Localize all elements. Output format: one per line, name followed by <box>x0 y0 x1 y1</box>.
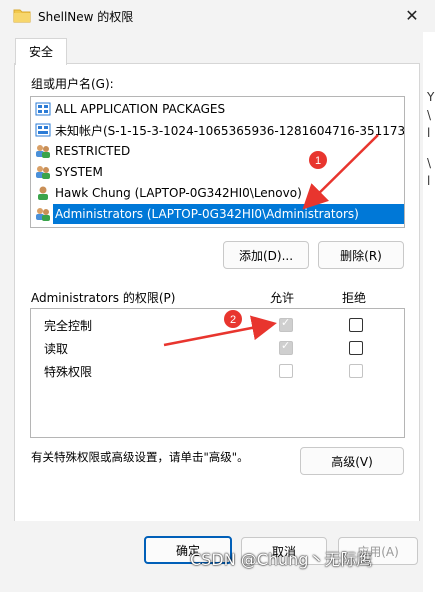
tab-security[interactable]: 安全 <box>15 38 67 65</box>
watermark: CSDN @Chung丶无际鹰 <box>190 550 373 569</box>
annotation-marker-1-label: 1 <box>315 155 321 167</box>
annotation-marker-2-label: 2 <box>230 314 236 326</box>
annotation-arrow <box>163 315 277 347</box>
annotation-arrow <box>302 134 379 210</box>
annotation-overlay: 1 2 <box>163 134 379 347</box>
